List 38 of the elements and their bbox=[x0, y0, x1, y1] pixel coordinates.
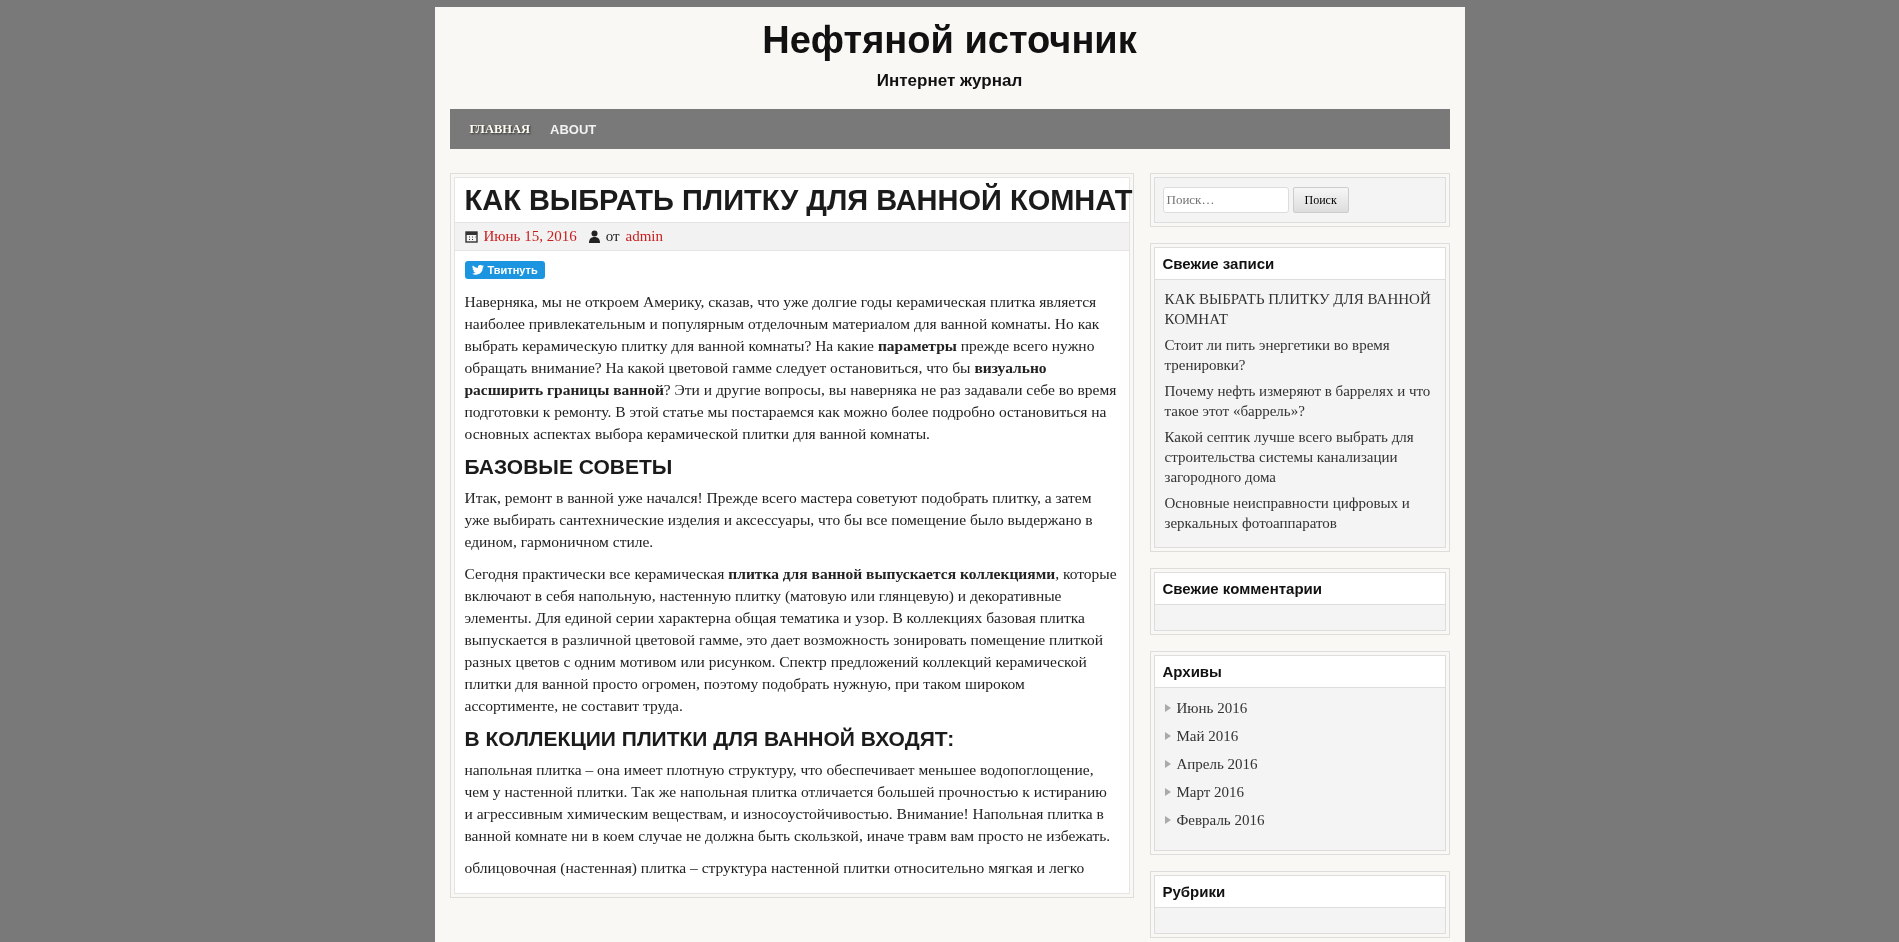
widget-title: Свежие комментарии bbox=[1154, 573, 1445, 605]
post-link[interactable]: Почему нефть измеряют в баррелях и что такое этот «баррель»? bbox=[1164, 381, 1435, 421]
section-heading: В КОЛЛЕКЦИИ ПЛИТКИ ДЛЯ ВАННОЙ ВХОДЯТ: bbox=[464, 727, 956, 751]
widget-title: Рубрики bbox=[1154, 876, 1445, 908]
nav-link[interactable]: ГЛАВНАЯ bbox=[469, 121, 531, 137]
post-link[interactable]: КАК ВЫБРАТЬ ПЛИТКУ ДЛЯ ВАННОЙ КОМНАТ bbox=[1164, 289, 1435, 329]
article-paragraph: Наверняка, мы не откроем Америку, сказав, что уже долгие годы керамическая плитка является наиболее привлекательным и популярным отделочным материалом для ванной комнаты. Но как выбрать керамическую плитку для ванной комнаты? На какие параметры прежде всего нужно обращать внимание? На какой цветовой гамме следует остановиться, что бы визуально расширить границы ванной? Эти и другие вопросы, вы наверняка не раз задавали себе во время подготовки к ремонту. В этой статье мы постараемся как можно более подробно остановиться на основных аспектах выбора керамической плитки для ванной комнаты. bbox=[464, 292, 1118, 444]
user-icon bbox=[588, 230, 600, 243]
section-heading: БАЗОВЫЕ СОВЕТЫ bbox=[464, 455, 674, 479]
search-button[interactable]: Поиск bbox=[1292, 187, 1349, 213]
bullet-icon bbox=[1164, 704, 1171, 712]
widget-title: Свежие записи bbox=[1154, 248, 1445, 280]
author-link[interactable]: admin bbox=[625, 228, 664, 245]
article-paragraph: Итак, ремонт в ванной уже начался! Прежде всего мастера советуют подобрать плитку, а затем уже выбирать сантехнические изделия и аксессуары, что бы все помещение было выдержано в едином, гармоничном стиле. bbox=[464, 488, 1094, 552]
archive-link[interactable]: Февраль 2016 bbox=[1176, 810, 1265, 830]
article-paragraph: Сегодня практически все керамическая плитка для ванной выпускается коллекциями, которые включают в себя напольную, настенную плитку (матовую или глянцевую) и декоративные элементы. Для единой серии характерна общая тематика и узор. В коллекциях базовая плитка выпускается в различной цветовой гамме, это дает возможность зонировать помещение плиткой разных цветов с одним мотивом или рисунком. Спектр предложений коллекций керамической плитки для ванной просто огромен, поэтому подобрать нужную, при таком широком ассортименте, не составит труда. bbox=[464, 564, 1118, 716]
article-paragraph: напольная плитка – она имеет плотную структуру, что обеспечивает меньшее водопоглощение, чем у настенной плитки. Так же напольная плитка отличается большей прочностью к истиранию и агрессивным химическим веществам, и износоустойчивостью. Внимание! Напольная плитка в ванной комнате ни в коем случае не должна быть скользкой, иначе травм вам просто не избежать. bbox=[464, 760, 1112, 846]
post-date-link[interactable]: Июнь 15, 2016 bbox=[483, 228, 577, 245]
post-link[interactable]: Какой септик лучше всего выбрать для строительства системы канализации загородного дома bbox=[1164, 427, 1435, 487]
bullet-icon bbox=[1164, 816, 1171, 824]
post-link[interactable]: Основные неисправности цифровых и зеркальных фотоаппаратов bbox=[1164, 493, 1435, 533]
author-prefix: от bbox=[605, 228, 620, 245]
calendar-icon bbox=[464, 230, 478, 243]
archive-link[interactable]: Июнь 2016 bbox=[1176, 698, 1248, 718]
archive-link[interactable]: Апрель 2016 bbox=[1176, 754, 1258, 774]
bird-icon bbox=[471, 265, 484, 275]
archive-link[interactable]: Май 2016 bbox=[1176, 726, 1239, 746]
bullet-icon bbox=[1164, 760, 1171, 768]
site-title[interactable]: Нефтяной источник bbox=[762, 15, 1137, 65]
widget-title: Архивы bbox=[1154, 656, 1445, 688]
site-tagline: Интернет журнал bbox=[876, 71, 1023, 91]
bullet-icon bbox=[1164, 788, 1171, 796]
search-field[interactable]: Поиск… bbox=[1162, 187, 1289, 213]
archive-link[interactable]: Март 2016 bbox=[1176, 782, 1245, 802]
article-paragraph: облицовочная (настенная) плитка – структура настенной плитки относительно мягкая и легко bbox=[464, 858, 1086, 878]
post-link[interactable]: Стоит ли пить энергетики во время тренировки? bbox=[1164, 335, 1435, 375]
bullet-icon bbox=[1164, 732, 1171, 740]
nav-link[interactable]: ABOUT bbox=[550, 121, 597, 137]
